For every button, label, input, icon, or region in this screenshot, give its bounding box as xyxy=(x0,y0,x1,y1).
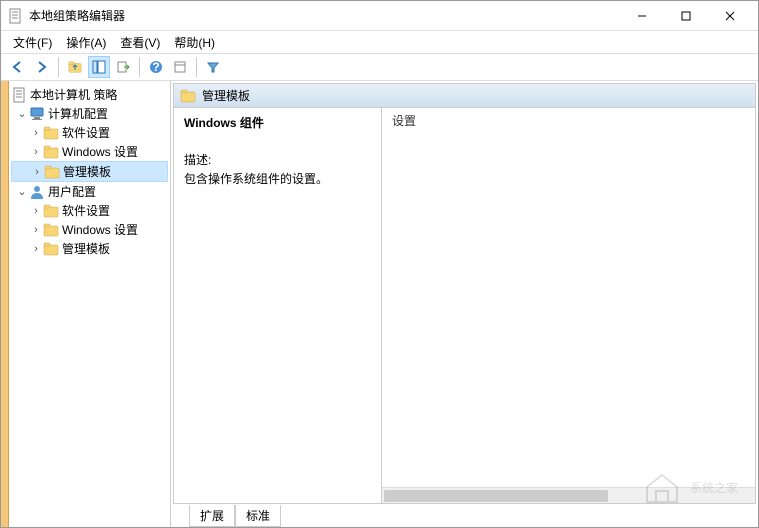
collapse-icon[interactable]: ⌄ xyxy=(15,185,29,198)
folder-icon xyxy=(43,125,59,141)
tree-label: Windows 设置 xyxy=(62,143,138,160)
toolbar-separator xyxy=(196,57,197,77)
horizontal-scrollbar[interactable] xyxy=(382,487,755,503)
expand-icon[interactable]: › xyxy=(29,205,43,217)
expand-icon[interactable]: › xyxy=(29,224,43,236)
maximize-button[interactable] xyxy=(664,2,708,30)
folder-icon xyxy=(43,222,59,238)
tree-uc-software[interactable]: › 软件设置 xyxy=(11,201,168,220)
detail-desc-label: 描述: xyxy=(184,151,371,168)
folder-icon xyxy=(43,144,59,160)
up-button[interactable] xyxy=(64,56,86,78)
app-icon xyxy=(7,8,23,24)
folder-icon xyxy=(43,241,59,257)
collapse-icon[interactable]: ⌄ xyxy=(15,107,29,120)
expand-icon[interactable]: › xyxy=(30,166,44,178)
expand-icon[interactable]: › xyxy=(29,127,43,139)
menu-action[interactable]: 操作(A) xyxy=(60,32,112,53)
minimize-button[interactable] xyxy=(620,2,664,30)
tree-label: 用户配置 xyxy=(48,183,96,200)
settings-list xyxy=(382,131,755,487)
tree-uc-windows[interactable]: › Windows 设置 xyxy=(11,220,168,239)
detail-title: Windows 组件 xyxy=(184,114,371,131)
tab-standard[interactable]: 标准 xyxy=(235,505,281,527)
tree-label: 软件设置 xyxy=(62,202,110,219)
back-button[interactable] xyxy=(7,56,29,78)
tree-cc-windows[interactable]: › Windows 设置 xyxy=(11,142,168,161)
svg-text:?: ? xyxy=(152,60,159,74)
doc-icon xyxy=(11,87,27,103)
settings-column-header[interactable]: 设置 xyxy=(382,108,755,131)
show-tree-button[interactable] xyxy=(88,56,110,78)
content-header: 管理模板 xyxy=(174,84,755,108)
folder-icon xyxy=(180,88,196,104)
user-icon xyxy=(29,184,45,200)
tree-root[interactable]: 本地计算机 策略 xyxy=(11,85,168,104)
tree-label: 管理模板 xyxy=(63,163,111,180)
folder-icon xyxy=(44,164,60,180)
tree-label: Windows 设置 xyxy=(62,221,138,238)
computer-icon xyxy=(29,106,45,122)
window-title: 本地组策略编辑器 xyxy=(29,7,620,24)
toolbar: ? xyxy=(1,53,758,81)
left-decorative-strip xyxy=(1,81,9,527)
expand-icon[interactable]: › xyxy=(29,243,43,255)
tab-extended[interactable]: 扩展 xyxy=(189,505,235,527)
detail-desc-text: 包含操作系统组件的设置。 xyxy=(184,170,371,187)
tree-label: 管理模板 xyxy=(62,240,110,257)
help-button[interactable]: ? xyxy=(145,56,167,78)
tree-cc-templates[interactable]: › 管理模板 xyxy=(11,161,168,182)
export-button[interactable] xyxy=(112,56,134,78)
tabs-row: 扩展 标准 xyxy=(171,505,758,527)
detail-pane: Windows 组件 描述: 包含操作系统组件的设置。 xyxy=(174,108,382,503)
folder-icon xyxy=(43,203,59,219)
toolbar-separator xyxy=(58,57,59,77)
tree-panel: 本地计算机 策略 ⌄ 计算机配置 › 软件设置 › Windows 设置 › 管… xyxy=(9,81,171,527)
titlebar: 本地组策略编辑器 xyxy=(1,1,758,31)
menu-file[interactable]: 文件(F) xyxy=(7,32,58,53)
tree-label: 计算机配置 xyxy=(48,105,108,122)
tree-computer-config[interactable]: ⌄ 计算机配置 xyxy=(11,104,168,123)
menubar: 文件(F) 操作(A) 查看(V) 帮助(H) xyxy=(1,31,758,53)
close-button[interactable] xyxy=(708,2,752,30)
filter-button[interactable] xyxy=(202,56,224,78)
tree-label: 本地计算机 策略 xyxy=(30,86,117,103)
scrollbar-thumb[interactable] xyxy=(384,490,608,502)
tree-cc-software[interactable]: › 软件设置 xyxy=(11,123,168,142)
content-panel: 管理模板 Windows 组件 描述: 包含操作系统组件的设置。 设置 xyxy=(173,83,756,504)
tree-label: 软件设置 xyxy=(62,124,110,141)
properties-button[interactable] xyxy=(169,56,191,78)
tree-user-config[interactable]: ⌄ 用户配置 xyxy=(11,182,168,201)
expand-icon[interactable]: › xyxy=(29,146,43,158)
toolbar-separator xyxy=(139,57,140,77)
forward-button[interactable] xyxy=(31,56,53,78)
menu-help[interactable]: 帮助(H) xyxy=(168,32,221,53)
content-header-title: 管理模板 xyxy=(202,87,250,104)
tree-uc-templates[interactable]: › 管理模板 xyxy=(11,239,168,258)
menu-view[interactable]: 查看(V) xyxy=(114,32,166,53)
